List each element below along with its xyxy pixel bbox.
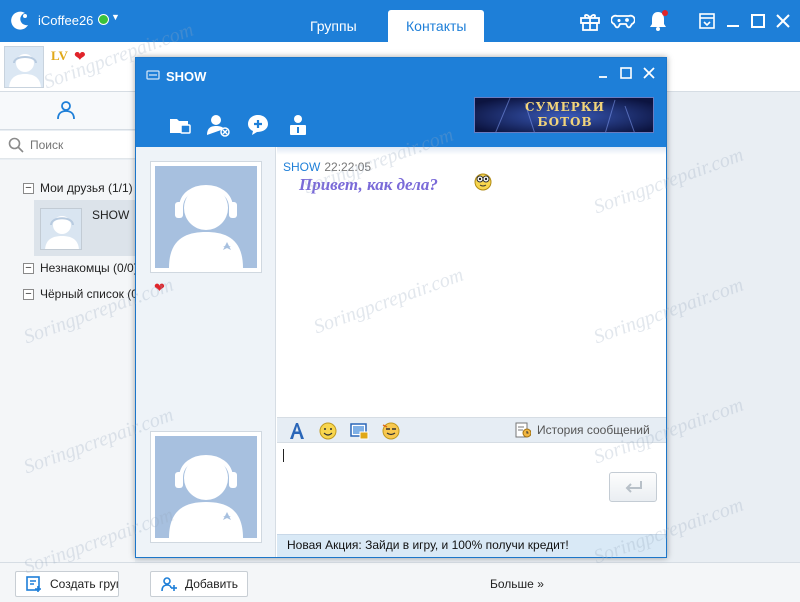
- chat-title: SHOW: [166, 69, 207, 84]
- contact-avatar: [40, 208, 82, 250]
- my-avatar[interactable]: [4, 46, 44, 88]
- font-icon[interactable]: [287, 421, 307, 441]
- tab-groups[interactable]: Группы: [292, 10, 375, 42]
- maximize-icon[interactable]: [749, 12, 767, 30]
- tab-contacts[interactable]: Контакты: [388, 10, 485, 42]
- default-avatar-icon: [169, 185, 243, 268]
- input-toolbar: История сообщений: [277, 417, 666, 443]
- gamepad-icon[interactable]: [611, 9, 635, 33]
- gift-icon[interactable]: [578, 9, 602, 33]
- level-badge: LV: [51, 48, 68, 63]
- contact-big-avatar[interactable]: [150, 161, 262, 273]
- message-header: SHOW 22:22:05: [283, 160, 371, 174]
- game-banner[interactable]: СУМЕРКИ БОТОВ: [474, 97, 654, 133]
- person-tab-icon[interactable]: [56, 100, 76, 120]
- chat-window: SHOW СУМЕРКИ БОТОВ ❤ SHOW 22:22:05 Приве…: [135, 57, 667, 558]
- icoffee-logo-icon: [11, 11, 28, 30]
- message-text: Привет, как дела?: [299, 175, 438, 194]
- smiley-emoticon-icon: [474, 173, 492, 191]
- notification-bell-icon[interactable]: [646, 9, 670, 33]
- group-strangers[interactable]: − Незнакомцы (0/0): [23, 260, 138, 278]
- message-history-button[interactable]: История сообщений: [515, 422, 650, 438]
- contacts-list: − Мои друзья (1/1) SHOW − Незнакомцы (0/0)…: [0, 160, 152, 562]
- add-contact-label: Добавить: [185, 577, 239, 591]
- contact-name: SHOW: [92, 208, 130, 222]
- chat-header: SHOW СУМЕРКИ БОТОВ: [136, 58, 666, 147]
- animated-emoticon-icon[interactable]: [381, 421, 401, 441]
- group-blacklist[interactable]: − Чёрный список (0/0): [23, 286, 152, 304]
- send-button[interactable]: [609, 472, 657, 502]
- window-menu-icon[interactable]: [698, 12, 716, 30]
- bottom-toolbar: Создать группу Добавить Больше »: [0, 562, 800, 602]
- group-label: Мои друзья (1/1): [40, 181, 133, 195]
- promo-banner[interactable]: Новая Акция: Зайди в игру, и 100% получи…: [277, 534, 666, 557]
- user-info-icon[interactable]: [286, 113, 310, 137]
- heart-badge-icon: ❤: [154, 280, 165, 295]
- group-my-friends[interactable]: − Мои друзья (1/1): [23, 180, 133, 198]
- enter-arrow-icon: [625, 481, 642, 493]
- online-status-icon[interactable]: [98, 14, 109, 25]
- send-file-icon[interactable]: [168, 113, 192, 137]
- chevron-down-icon: »: [537, 577, 544, 591]
- chat-avatars-pane: ❤: [136, 147, 276, 557]
- add-contact-button[interactable]: Добавить: [150, 571, 248, 597]
- add-chat-icon[interactable]: [246, 113, 270, 137]
- collapse-icon[interactable]: −: [23, 289, 34, 301]
- default-avatar-icon: [45, 216, 79, 249]
- collapse-icon[interactable]: −: [23, 263, 34, 275]
- default-avatar-icon: [9, 54, 41, 87]
- create-group-label: Создать группу: [50, 577, 118, 591]
- banner-title: СУМЕРКИ БОТОВ: [475, 100, 653, 130]
- main-titlebar: iCoffee26 ▼ Группы Контакты: [0, 0, 800, 42]
- minimize-icon[interactable]: [724, 12, 742, 30]
- group-label: Незнакомцы (0/0): [40, 261, 138, 275]
- sidebar-tabs: [0, 92, 135, 130]
- status-dropdown-icon[interactable]: ▼: [111, 12, 120, 22]
- my-big-avatar[interactable]: [150, 431, 262, 543]
- create-group-button[interactable]: Создать группу: [15, 571, 119, 597]
- message-time: 22:22:05: [324, 160, 372, 174]
- more-button[interactable]: Больше »: [490, 577, 544, 591]
- add-person-icon: [161, 577, 177, 592]
- contact-item-show[interactable]: SHOW: [34, 200, 135, 256]
- history-label: История сообщений: [537, 423, 650, 437]
- banner-line-1: СУМЕРКИ: [525, 100, 605, 114]
- search-input[interactable]: [30, 135, 130, 155]
- chat-minimize-icon[interactable]: [596, 66, 610, 80]
- search-icon: [8, 137, 24, 153]
- message-sender: SHOW: [283, 160, 321, 174]
- chat-maximize-icon[interactable]: [619, 66, 633, 80]
- close-icon[interactable]: [774, 12, 792, 30]
- promo-text: Новая Акция: Зайди в игру, и 100% получи…: [287, 538, 569, 552]
- search-box: [0, 131, 135, 159]
- chat-bubble-icon: [146, 70, 160, 80]
- more-label: Больше: [490, 577, 534, 591]
- chat-close-icon[interactable]: [642, 66, 656, 80]
- heart-badge-icon: ❤: [74, 48, 86, 64]
- default-avatar-icon: [169, 455, 243, 538]
- message-input[interactable]: [277, 444, 666, 534]
- banner-line-2: БОТОВ: [537, 115, 593, 129]
- app-title: iCoffee26: [38, 13, 94, 28]
- history-icon: [515, 422, 531, 438]
- block-contact-icon[interactable]: [206, 113, 230, 137]
- emoticon-icon[interactable]: [318, 421, 338, 441]
- create-group-icon: [26, 576, 41, 592]
- screenshot-icon[interactable]: [349, 421, 369, 441]
- text-caret: [283, 449, 284, 462]
- collapse-icon[interactable]: −: [23, 183, 34, 195]
- message-history: SHOW 22:22:05 Привет, как дела?: [277, 147, 666, 417]
